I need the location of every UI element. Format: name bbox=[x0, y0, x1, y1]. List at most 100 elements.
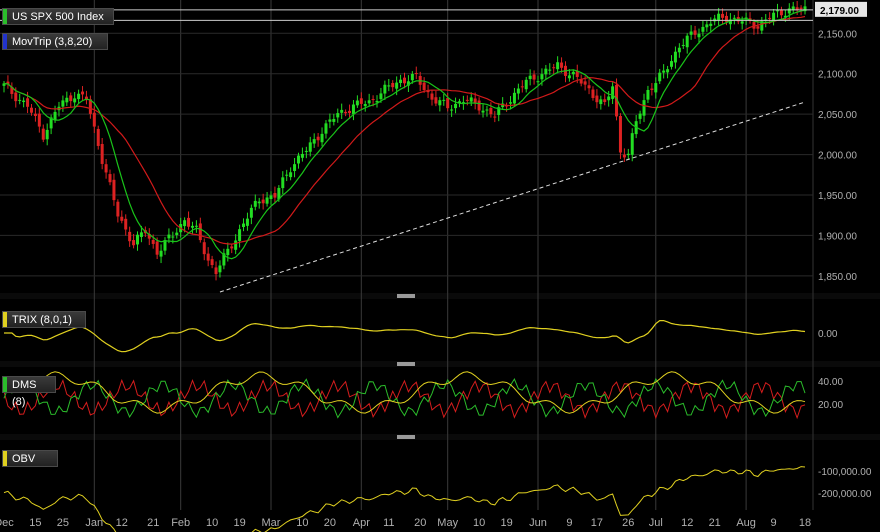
x-tick-label: Jul bbox=[649, 517, 663, 529]
candle-body bbox=[214, 267, 218, 275]
sep-trix bbox=[0, 293, 880, 299]
x-tick-label: 12 bbox=[681, 517, 693, 529]
x-tick-label: 21 bbox=[147, 517, 159, 529]
legend-obv-swatch bbox=[3, 451, 7, 466]
sep-trix-handle bbox=[397, 294, 415, 298]
candle-body bbox=[379, 93, 383, 100]
candle-body bbox=[709, 23, 713, 26]
candle-body bbox=[587, 85, 591, 89]
candle-body bbox=[26, 98, 30, 107]
x-tick-label: Feb bbox=[171, 517, 190, 529]
candle-body bbox=[128, 231, 132, 242]
candle-body bbox=[245, 218, 249, 226]
x-tick-label: 19 bbox=[233, 517, 245, 529]
candle-body bbox=[528, 75, 532, 80]
sep-obv bbox=[0, 434, 880, 440]
candle-body bbox=[159, 250, 163, 257]
x-tick-label: 9 bbox=[566, 517, 572, 529]
candle-body bbox=[776, 10, 780, 12]
candle-body bbox=[485, 109, 489, 111]
candle-body bbox=[395, 82, 399, 89]
x-tick-label: 25 bbox=[57, 517, 69, 529]
candle-body bbox=[187, 217, 191, 227]
candle-body bbox=[430, 93, 434, 100]
candle-body bbox=[190, 225, 194, 228]
candle-body bbox=[693, 30, 697, 35]
candle-body bbox=[332, 119, 336, 122]
candle-body bbox=[446, 98, 450, 109]
candle-body bbox=[139, 232, 143, 237]
price-tick-label: 2,000.00 bbox=[818, 151, 857, 162]
candle-body bbox=[183, 220, 187, 227]
candle-body bbox=[618, 115, 622, 153]
candle-body bbox=[622, 154, 626, 158]
candle-body bbox=[422, 82, 426, 90]
candle-body bbox=[787, 8, 791, 14]
candle-body bbox=[799, 7, 803, 9]
x-tick-label: 18 bbox=[799, 517, 811, 529]
legend-obv[interactable]: OBV bbox=[2, 450, 58, 467]
candle-body bbox=[175, 232, 179, 236]
candle-body bbox=[516, 88, 520, 94]
candle-body bbox=[340, 109, 344, 113]
candle-body bbox=[701, 26, 705, 32]
candle-body bbox=[238, 229, 242, 242]
candle-body bbox=[293, 164, 297, 171]
candle-body bbox=[662, 70, 666, 73]
candle-body bbox=[45, 129, 49, 140]
candle-body bbox=[73, 98, 77, 103]
candle-body bbox=[320, 133, 324, 143]
candle-body bbox=[654, 83, 658, 93]
candle-body bbox=[646, 89, 650, 100]
x-tick-label: 19 bbox=[500, 517, 512, 529]
candle-body bbox=[611, 86, 615, 99]
candle-body bbox=[285, 174, 289, 176]
legend-dms-swatch bbox=[3, 377, 7, 392]
candle-body bbox=[136, 234, 139, 245]
legend-obv-label: OBV bbox=[12, 453, 36, 465]
candle-body bbox=[324, 123, 328, 134]
candle-body bbox=[387, 85, 391, 87]
candle-body bbox=[22, 100, 26, 103]
candle-body bbox=[371, 98, 375, 101]
legend-trix[interactable]: TRIX (8,0,1) bbox=[2, 311, 86, 328]
price-tick-label: 1,850.00 bbox=[818, 272, 857, 283]
last-price-label: 2,179.00 bbox=[820, 6, 859, 17]
legend-movtrip[interactable]: MovTrip (3,8,20) bbox=[2, 33, 108, 50]
x-tick-label: 20 bbox=[324, 517, 336, 529]
candle-body bbox=[434, 97, 438, 104]
x-tick-label: 10 bbox=[296, 517, 308, 529]
candle-body bbox=[120, 216, 124, 221]
candle-body bbox=[658, 72, 662, 82]
candle-body bbox=[583, 81, 587, 85]
candle-body bbox=[69, 95, 73, 102]
candle-body bbox=[399, 79, 403, 84]
candle-body bbox=[257, 201, 261, 204]
dms-tick-label: 40.00 bbox=[818, 377, 843, 388]
candle-body bbox=[469, 97, 473, 102]
x-tick-label: 15 bbox=[29, 517, 41, 529]
candle-body bbox=[673, 51, 677, 63]
candle-body bbox=[779, 10, 783, 16]
x-tick-label: 11 bbox=[383, 517, 394, 529]
candle-body bbox=[14, 92, 18, 102]
x-tick-label: 12 bbox=[116, 517, 128, 529]
candle-body bbox=[489, 107, 493, 115]
candle-body bbox=[269, 195, 273, 200]
candle-body bbox=[681, 44, 685, 46]
x-tick-label: 17 bbox=[591, 517, 603, 529]
candle-body bbox=[603, 99, 607, 103]
candle-body bbox=[359, 98, 363, 104]
candle-body bbox=[544, 68, 548, 75]
legend-dms[interactable]: DMS (8) bbox=[2, 376, 56, 408]
candle-body bbox=[108, 174, 112, 183]
x-tick-label: 26 bbox=[622, 517, 634, 529]
x-tick-label: 10 bbox=[473, 517, 485, 529]
candle-body bbox=[442, 99, 446, 101]
candle-body bbox=[677, 47, 681, 53]
candle-body bbox=[344, 111, 348, 114]
legend-main[interactable]: US SPX 500 Index bbox=[2, 8, 114, 25]
candle-body bbox=[536, 81, 540, 83]
x-tick-label: Jan bbox=[85, 517, 103, 529]
candle-body bbox=[61, 100, 65, 107]
